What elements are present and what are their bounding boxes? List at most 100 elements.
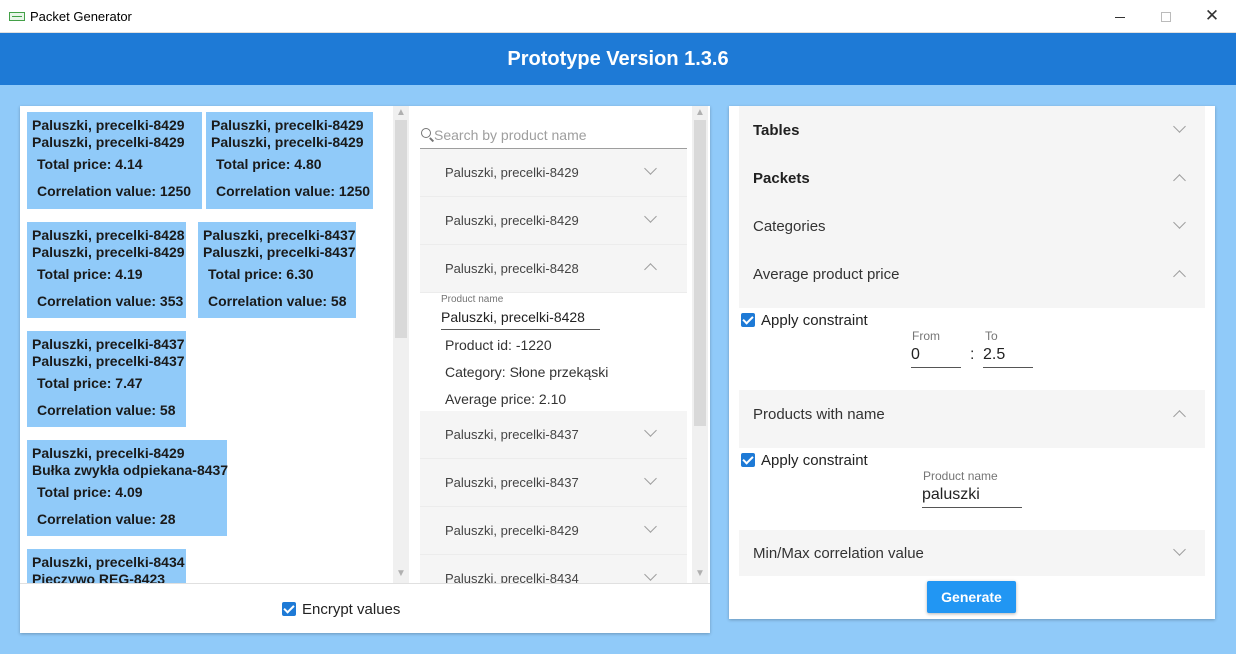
chevron-up-icon: [1173, 174, 1186, 187]
product-item[interactable]: Paluszki, precelki-8429: [420, 507, 687, 555]
section-products-with-name[interactable]: Products with name: [739, 390, 1205, 448]
packet-product: Paluszki, precelki-8437: [203, 227, 356, 243]
chevron-down-icon: [644, 210, 657, 223]
close-button[interactable]: ✕: [1189, 0, 1235, 32]
generate-button[interactable]: Generate: [927, 581, 1016, 613]
maximize-button[interactable]: [1143, 0, 1189, 32]
section-title: Packets: [753, 170, 810, 187]
encrypt-label: Encrypt values: [302, 601, 401, 618]
packet-correlation: Correlation value: 1250: [37, 183, 192, 199]
packet-card[interactable]: Paluszki, precelki-8429 Paluszki, precel…: [27, 112, 202, 209]
product-item[interactable]: Paluszki, precelki-8429: [420, 149, 687, 197]
packet-product: Paluszki, precelki-8429: [32, 445, 185, 461]
section-title: Tables: [753, 122, 800, 139]
maximize-icon: [1161, 12, 1171, 23]
section-categories[interactable]: Categories: [739, 202, 1205, 250]
section-title: Min/Max correlation value: [753, 545, 924, 562]
packets-panel: Paluszki, precelki-8429 Paluszki, precel…: [20, 106, 710, 633]
product-id: Product id: -1220: [445, 337, 552, 353]
chevron-down-icon: [644, 162, 657, 175]
chevron-down-icon: [1173, 216, 1186, 229]
minimize-button[interactable]: [1097, 0, 1143, 32]
range-separator: :: [970, 346, 975, 363]
packet-total-price: Total price: 4.14: [37, 156, 143, 172]
product-item-label: Paluszki, precelki-8434: [445, 571, 579, 583]
chevron-down-icon: [644, 520, 657, 533]
apply-constraint-checkbox[interactable]: [741, 313, 755, 327]
section-title: Average product price: [753, 266, 900, 283]
packet-total-price: Total price: 4.80: [216, 156, 322, 172]
section-packets[interactable]: Packets: [739, 154, 1205, 202]
packet-total-price: Total price: 4.09: [37, 484, 143, 500]
product-item[interactable]: Paluszki, precelki-8437: [420, 459, 687, 507]
packet-total-price: Total price: 7.47: [37, 375, 143, 391]
scrollbar-thumb[interactable]: [395, 120, 407, 338]
product-item-label: Paluszki, precelki-8428: [445, 261, 579, 276]
packet-product: Paluszki, precelki-8429: [211, 134, 364, 150]
product-name-field[interactable]: paluszki: [922, 484, 1022, 508]
packet-correlation: Correlation value: 353: [37, 293, 184, 309]
scroll-down-arrow-icon[interactable]: ▼: [393, 567, 409, 581]
product-item-label: Paluszki, precelki-8429: [445, 213, 579, 228]
from-field[interactable]: 0: [911, 344, 961, 368]
search-input[interactable]: [434, 125, 684, 145]
apply-constraint-label: Apply constraint: [761, 452, 868, 469]
packet-card[interactable]: Paluszki, precelki-8437 Paluszki, precel…: [198, 222, 356, 318]
packet-card[interactable]: Paluszki, precelki-8434 Pieczywo REG-842…: [27, 549, 186, 583]
search-icon: [421, 128, 431, 138]
packet-product: Paluszki, precelki-8429: [32, 134, 185, 150]
chevron-down-icon: [644, 568, 657, 581]
packets-scrollbar[interactable]: ▲ ▼: [393, 106, 409, 583]
encrypt-footer: Encrypt values: [20, 583, 710, 633]
chevron-up-icon: [644, 263, 657, 276]
window-titlebar: Packet Generator ✕: [0, 0, 1236, 33]
scrollbar-thumb[interactable]: [694, 120, 706, 426]
packet-product: Paluszki, precelki-8434: [32, 554, 185, 570]
to-field[interactable]: 2.5: [983, 344, 1033, 368]
section-average-price[interactable]: Average product price: [739, 250, 1205, 308]
chevron-down-icon: [644, 424, 657, 437]
apply-constraint-checkbox[interactable]: [741, 453, 755, 467]
app-icon: [9, 12, 25, 21]
product-name-caption: Product name: [441, 294, 504, 305]
packet-card[interactable]: Paluszki, precelki-8437 Paluszki, precel…: [27, 331, 186, 427]
product-item-label: Paluszki, precelki-8429: [445, 523, 579, 538]
product-name-field[interactable]: Paluszki, precelki-8428: [441, 307, 600, 330]
product-item[interactable]: Paluszki, precelki-8434: [420, 555, 687, 583]
section-minmax-correlation[interactable]: Min/Max correlation value: [739, 530, 1205, 576]
section-title: Categories: [753, 218, 826, 235]
close-icon: ✕: [1204, 6, 1220, 25]
products-list: Paluszki, precelki-8429 Paluszki, precel…: [420, 106, 692, 583]
scroll-down-arrow-icon[interactable]: ▼: [692, 567, 708, 581]
scroll-up-arrow-icon[interactable]: ▲: [692, 106, 708, 120]
packet-card[interactable]: Paluszki, precelki-8429 Bułka zwykła odp…: [27, 440, 228, 536]
apply-constraint-label: Apply constraint: [761, 312, 868, 329]
packet-product: Paluszki, precelki-8429: [211, 117, 364, 133]
scroll-up-arrow-icon[interactable]: ▲: [393, 106, 409, 120]
header-title: Prototype Version 1.3.6: [507, 48, 729, 70]
product-name-caption: Product name: [923, 469, 998, 483]
section-tables[interactable]: Tables: [739, 106, 1205, 154]
packet-total-price: Total price: 4.19: [37, 266, 143, 282]
section-title: Products with name: [753, 406, 885, 423]
packet-product: Paluszki, precelki-8437: [32, 353, 185, 369]
packet-product: Paluszki, precelki-8437: [32, 336, 185, 352]
chevron-down-icon: [1173, 543, 1186, 556]
encrypt-checkbox[interactable]: [282, 602, 296, 616]
minimize-icon: [1115, 16, 1125, 18]
packet-correlation: Correlation value: 58: [208, 293, 347, 309]
packet-card[interactable]: Paluszki, precelki-8428 Paluszki, precel…: [27, 222, 186, 318]
product-item[interactable]: Paluszki, precelki-8429: [420, 197, 687, 245]
packet-correlation: Correlation value: 1250: [216, 183, 371, 199]
average-price-constraint: Apply constraint From 0 : To 2.5: [739, 308, 1205, 380]
packet-card[interactable]: Paluszki, precelki-8429 Paluszki, precel…: [206, 112, 373, 209]
product-item-expanded[interactable]: Paluszki, precelki-8428: [420, 245, 687, 293]
product-item-label: Paluszki, precelki-8429: [445, 165, 579, 180]
search-bar: [420, 122, 687, 149]
products-scrollbar[interactable]: ▲ ▼: [692, 106, 708, 583]
product-item[interactable]: Paluszki, precelki-8437: [420, 411, 687, 459]
product-average-price: Average price: 2.10: [445, 391, 567, 407]
packet-product: Paluszki, precelki-8428: [32, 227, 185, 243]
settings-panel: Tables Packets Categories Average produc…: [729, 106, 1215, 619]
product-item-label: Paluszki, precelki-8437: [445, 475, 579, 490]
